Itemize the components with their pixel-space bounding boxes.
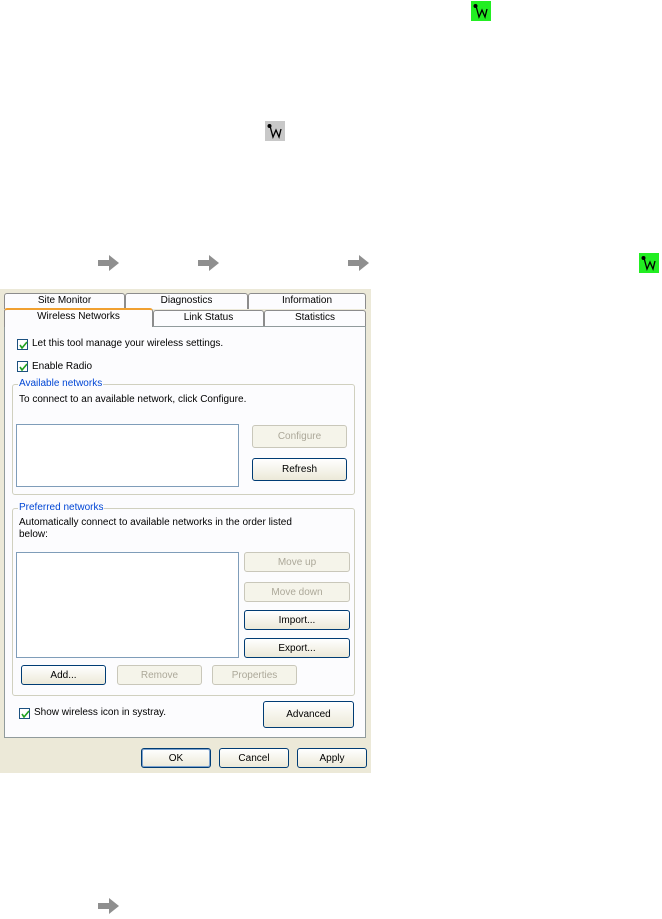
arrow-right-icon (98, 255, 119, 271)
show-systray-icon-checkbox[interactable] (19, 708, 30, 719)
check-icon (19, 341, 28, 350)
wireless-networks-panel: Let this tool manage your wireless setti… (4, 326, 366, 738)
properties-button[interactable]: Properties (212, 665, 297, 685)
tab-wireless-networks[interactable]: Wireless Networks (4, 308, 153, 327)
wireless-tray-icon-active[interactable] (471, 1, 491, 21)
configure-button[interactable]: Configure (252, 425, 347, 448)
ok-button[interactable]: OK (141, 748, 211, 768)
tab-statistics[interactable]: Statistics (264, 310, 366, 326)
check-icon (19, 363, 28, 372)
arrow-right-icon (348, 255, 369, 271)
available-networks-instructions: To connect to an available network, clic… (19, 394, 247, 405)
wireless-tray-icon-active[interactable] (639, 253, 659, 273)
move-up-button[interactable]: Move up (244, 552, 350, 572)
preferred-networks-instructions-line1: Automatically connect to available netwo… (19, 517, 292, 528)
wireless-tray-icon-inactive[interactable] (265, 121, 285, 141)
refresh-button[interactable]: Refresh (252, 458, 347, 481)
advanced-button[interactable]: Advanced (263, 701, 354, 728)
wireless-settings-dialog: Site Monitor Diagnostics Information Wir… (0, 289, 371, 773)
add-button[interactable]: Add... (21, 665, 106, 685)
cancel-button[interactable]: Cancel (219, 748, 289, 768)
preferred-networks-title: Preferred networks (18, 502, 105, 513)
wireless-w-icon (641, 256, 656, 272)
enable-radio-label: Enable Radio (32, 361, 93, 372)
arrow-right-icon (198, 255, 219, 271)
preferred-networks-instructions-line2: below: (19, 529, 48, 540)
arrow-right-icon (98, 898, 119, 914)
available-networks-list[interactable] (16, 424, 239, 487)
enable-radio-checkbox[interactable] (17, 361, 28, 372)
show-systray-icon-label: Show wireless icon in systray. (34, 707, 167, 718)
manage-settings-label: Let this tool manage your wireless setti… (32, 338, 224, 349)
check-icon (21, 710, 30, 719)
preferred-networks-list[interactable] (16, 552, 239, 658)
tab-site-monitor[interactable]: Site Monitor (4, 293, 125, 309)
wireless-w-icon (473, 4, 488, 20)
apply-button[interactable]: Apply (297, 748, 367, 768)
available-networks-title: Available networks (18, 378, 104, 389)
import-button[interactable]: Import... (244, 610, 350, 630)
tab-information[interactable]: Information (248, 293, 366, 309)
tab-diagnostics[interactable]: Diagnostics (125, 293, 248, 309)
export-button[interactable]: Export... (244, 638, 350, 658)
manage-settings-checkbox[interactable] (17, 339, 28, 350)
move-down-button[interactable]: Move down (244, 582, 350, 602)
tab-link-status[interactable]: Link Status (153, 310, 264, 326)
remove-button[interactable]: Remove (117, 665, 202, 685)
wireless-w-icon (267, 124, 282, 140)
